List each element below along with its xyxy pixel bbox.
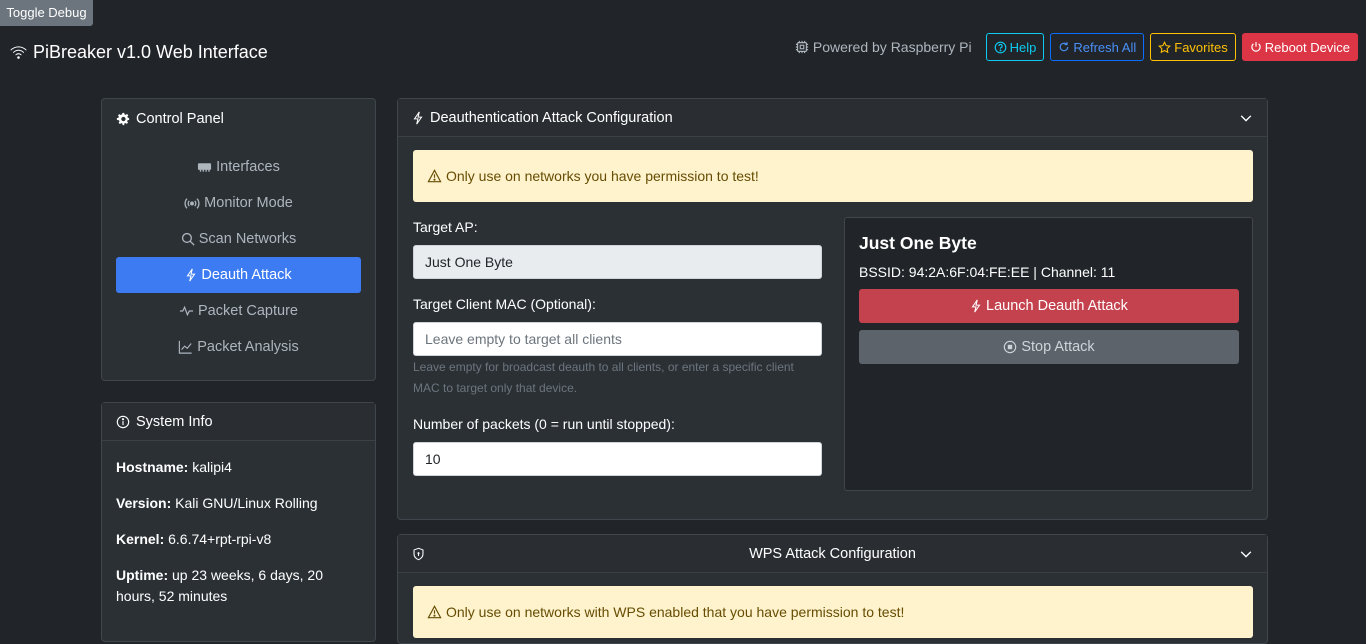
refresh-all-button[interactable]: Refresh All — [1050, 33, 1145, 61]
target-ap-field[interactable]: Just One Byte — [413, 245, 822, 279]
toggle-debug-button[interactable]: Toggle Debug — [0, 0, 93, 26]
wps-warning-alert: Only use on networks with WPS enabled th… — [413, 586, 1253, 638]
warning-triangle-icon — [427, 169, 442, 183]
packets-label: Number of packets (0 = run until stopped… — [413, 416, 675, 432]
uptime-label: Uptime: — [116, 567, 169, 583]
broadcast-icon — [184, 197, 200, 209]
version-value: Kali GNU/Linux Rolling — [175, 495, 318, 511]
pulse-icon — [179, 305, 194, 317]
hostname-row: Hostname: kalipi4 — [116, 457, 361, 478]
info-circle-icon — [116, 415, 130, 428]
packets-input[interactable]: 10 — [413, 442, 822, 476]
lightning-icon — [413, 111, 423, 124]
ethernet-icon — [198, 163, 212, 172]
nav-interfaces[interactable]: Interfaces — [116, 149, 361, 185]
uptime-row: Uptime: up 23 weeks, 6 days, 20 hours, 5… — [116, 565, 361, 607]
hostname-value: kalipi4 — [192, 459, 232, 475]
cpu-icon — [795, 40, 808, 54]
nav-scan-networks[interactable]: Scan Networks — [116, 221, 361, 257]
powered-by: Powered by Raspberry Pi — [795, 39, 972, 55]
deauth-warning-alert: Only use on networks you have permission… — [413, 150, 1253, 202]
deauth-config-title: Deauthentication Attack Configuration — [430, 109, 673, 126]
warning-triangle-icon — [427, 605, 442, 619]
nav-deauth-attack[interactable]: Deauth Attack — [116, 257, 361, 293]
power-icon — [1251, 42, 1261, 52]
reboot-device-button[interactable]: Reboot Device — [1241, 33, 1358, 61]
kernel-value: 6.6.74+rpt-rpi-v8 — [168, 531, 272, 547]
reboot-device-label: Reboot Device — [1264, 39, 1350, 55]
target-summary-panel: Just One Byte BSSID: 94:2A:6F:04:FE:EE |… — [844, 217, 1253, 491]
wifi-icon — [10, 46, 27, 59]
nav-packet-capture-label: Packet Capture — [198, 303, 298, 319]
nav-packet-analysis[interactable]: Packet Analysis — [116, 329, 361, 365]
launch-deauth-label: Launch Deauth Attack — [986, 298, 1128, 314]
header-actions: Powered by Raspberry Pi Help Refresh All… — [795, 33, 1358, 61]
target-ap-label: Target AP: — [413, 219, 478, 235]
target-client-label: Target Client MAC (Optional): — [413, 296, 596, 312]
chevron-down-icon[interactable] — [1239, 547, 1253, 561]
help-button[interactable]: Help — [985, 33, 1045, 61]
nav-packet-analysis-label: Packet Analysis — [197, 339, 299, 355]
version-label: Version: — [116, 495, 172, 511]
system-info-header: System Info — [102, 403, 375, 441]
wps-config-title: WPS Attack Configuration — [749, 545, 916, 562]
graph-icon — [179, 340, 192, 354]
control-panel-nav: Interfaces Monitor Mode Scan Networks De… — [102, 139, 375, 365]
control-panel-card: Control Panel Interfaces Monitor Mode Sc… — [101, 98, 376, 381]
shield-icon — [413, 547, 424, 560]
target-client-help: Leave empty for broadcast deauth to all … — [413, 360, 794, 395]
version-row: Version: Kali GNU/Linux Rolling — [116, 493, 361, 514]
wps-config-header[interactable]: WPS Attack Configuration — [398, 535, 1267, 573]
chevron-down-icon[interactable] — [1239, 111, 1253, 125]
gear-icon — [116, 112, 130, 126]
lightning-icon — [971, 299, 981, 313]
help-button-label: Help — [1009, 39, 1037, 55]
system-info-card: System Info Hostname: kalipi4 Version: K… — [101, 402, 376, 642]
kernel-row: Kernel: 6.6.74+rpt-rpi-v8 — [116, 529, 361, 550]
target-network-details: BSSID: 94:2A:6F:04:FE:EE | Channel: 11 — [859, 264, 1116, 280]
kernel-label: Kernel: — [116, 531, 165, 547]
hostname-label: Hostname: — [116, 459, 189, 475]
stop-attack-label: Stop Attack — [1021, 339, 1095, 355]
stop-circle-icon — [1004, 340, 1017, 354]
wps-warning-text: Only use on networks with WPS enabled th… — [446, 604, 905, 620]
nav-interfaces-label: Interfaces — [216, 159, 280, 175]
powered-by-text: Powered by Raspberry Pi — [812, 39, 972, 55]
target-network-name: Just One Byte — [859, 233, 977, 253]
lightning-icon — [186, 268, 196, 282]
deauth-warning-text: Only use on networks you have permission… — [446, 168, 759, 184]
nav-monitor-mode-label: Monitor Mode — [204, 195, 293, 211]
app-title: PiBreaker v1.0 Web Interface — [10, 42, 268, 63]
nav-packet-capture[interactable]: Packet Capture — [116, 293, 361, 329]
deauth-config-card: Deauthentication Attack Configuration On… — [397, 98, 1268, 520]
control-panel-header: Control Panel — [102, 99, 375, 139]
nav-deauth-attack-label: Deauth Attack — [201, 267, 292, 283]
star-icon — [1158, 40, 1172, 53]
control-panel-title: Control Panel — [136, 111, 224, 127]
favorites-button[interactable]: Favorites — [1150, 33, 1236, 61]
search-icon — [181, 232, 195, 246]
refresh-icon — [1060, 42, 1069, 52]
nav-monitor-mode[interactable]: Monitor Mode — [116, 185, 361, 221]
wps-config-card: WPS Attack Configuration Only use on net… — [397, 534, 1268, 644]
question-circle-icon — [994, 41, 1006, 53]
system-info-title: System Info — [136, 413, 213, 430]
stop-attack-button[interactable]: Stop Attack — [859, 330, 1239, 364]
system-info-body: Hostname: kalipi4 Version: Kali GNU/Linu… — [102, 441, 375, 607]
deauth-config-header[interactable]: Deauthentication Attack Configuration — [398, 99, 1267, 137]
app-title-text: PiBreaker v1.0 Web Interface — [33, 42, 268, 62]
target-client-mac-input[interactable]: Leave empty to target all clients — [413, 322, 822, 356]
refresh-all-label: Refresh All — [1073, 39, 1137, 55]
favorites-label: Favorites — [1174, 39, 1228, 55]
nav-scan-networks-label: Scan Networks — [198, 231, 297, 247]
launch-deauth-button[interactable]: Launch Deauth Attack — [859, 289, 1239, 323]
